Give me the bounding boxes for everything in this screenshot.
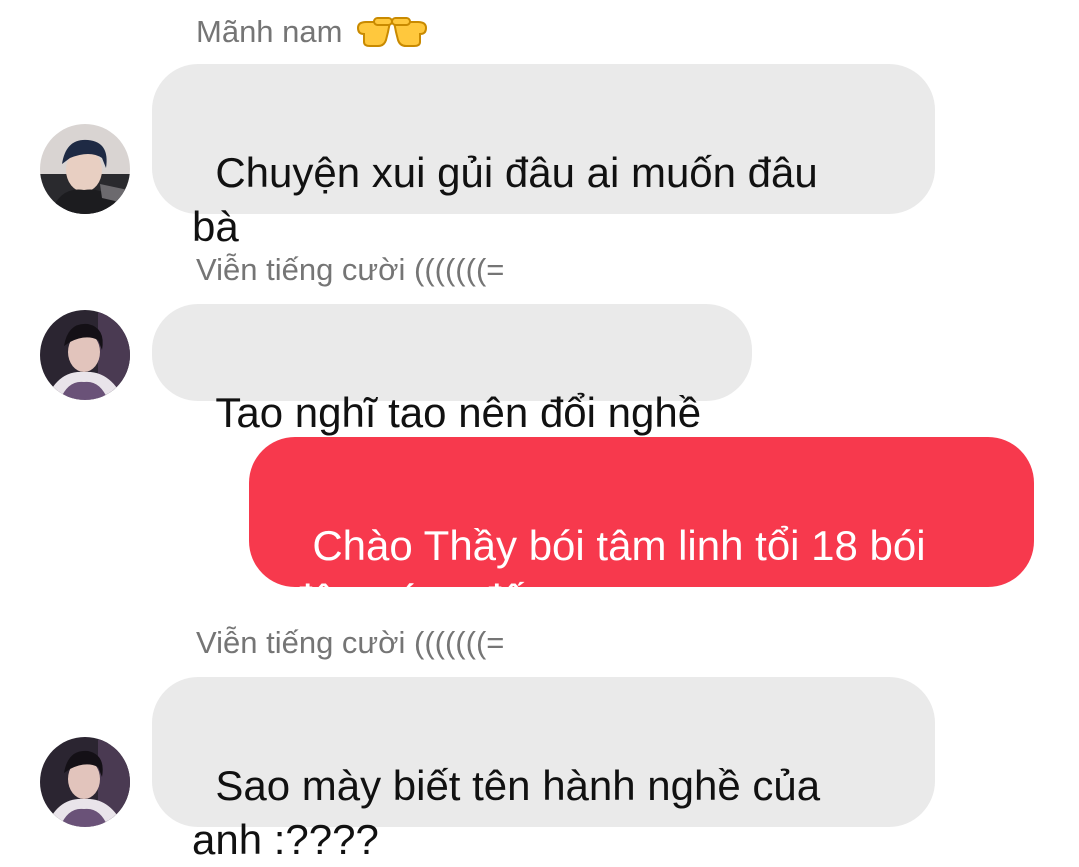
message-bubble[interactable]: Tao nghĩ tao nên đổi nghề [152, 304, 752, 436]
sender-name: Viễn tiếng cười (((((((= [196, 252, 504, 288]
sender-name-text: Viễn tiếng cười (((((((= [196, 625, 505, 660]
sender-name-text: Viễn tiếng cười (((((((= [196, 252, 505, 287]
message-text: Chuyện xui gủi đâu ai muốn đâu bà [192, 149, 818, 250]
point-right-left-hands-icon [352, 8, 432, 56]
sender-name: Mãnh nam [196, 8, 432, 56]
sender-name: Viễn tiếng cười (((((((= [196, 625, 504, 661]
avatar[interactable] [40, 737, 130, 827]
avatar[interactable] [40, 124, 130, 214]
message-bubble-outgoing[interactable]: Chào Thầy bói tâm linh tổi 18 bói đâu tr… [249, 437, 1034, 623]
message-text: Tao nghĩ tao nên đổi nghề [215, 389, 702, 436]
message-bubble[interactable]: Sao mày biết tên hành nghề của anh :???? [152, 677, 935, 863]
message-text: Chào Thầy bói tâm linh tổi 18 bói đâu tr… [289, 522, 926, 623]
sender-name-text: Mãnh nam [196, 14, 343, 49]
message-text: Sao mày biết tên hành nghề của anh :???? [192, 762, 821, 863]
avatar[interactable] [40, 310, 130, 400]
message-bubble[interactable]: Chuyện xui gủi đâu ai muốn đâu bà [152, 64, 935, 347]
